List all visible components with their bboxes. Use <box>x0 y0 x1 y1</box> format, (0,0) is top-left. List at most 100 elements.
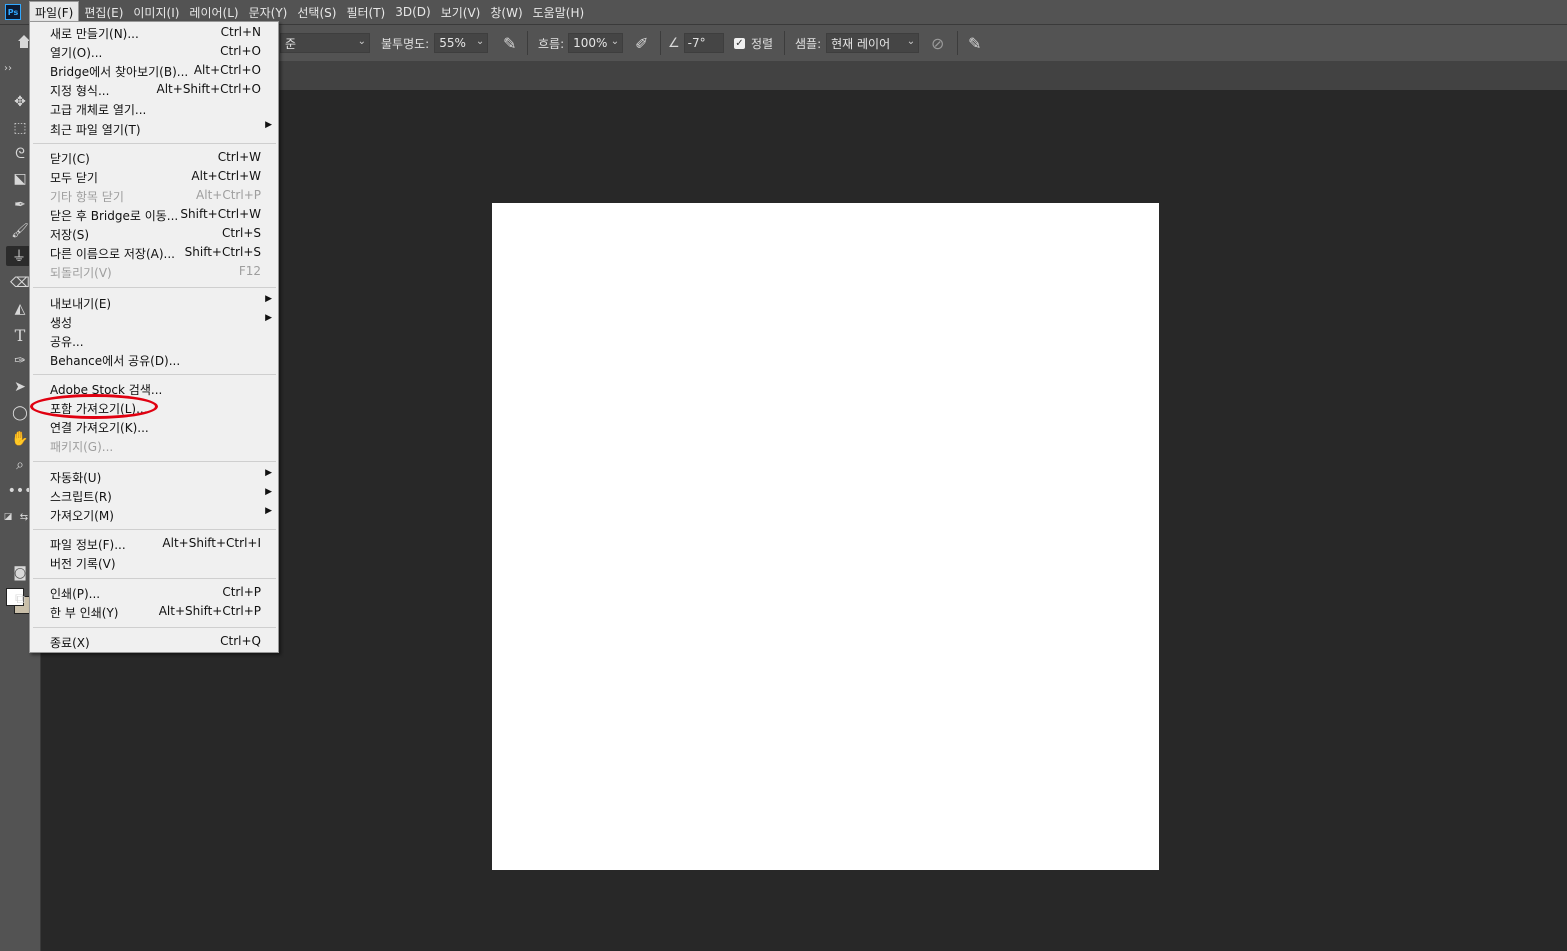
more-tools-icon[interactable]: ••• <box>8 481 33 501</box>
screen-mode-icon[interactable]: ⧉ <box>10 589 30 609</box>
chevron-down-icon: ⌄ <box>475 36 485 47</box>
submenu-arrow-icon: ▶ <box>265 468 272 478</box>
document-canvas[interactable] <box>492 203 1159 870</box>
menu-item-label: 연결 가져오기(K)... <box>50 421 149 435</box>
menu-item-save-as[interactable]: 다른 이름으로 저장(A)... Shift+Ctrl+S <box>30 243 278 262</box>
menu-item-shortcut: F12 <box>238 264 261 278</box>
menu-window[interactable]: 창(W) <box>485 2 527 23</box>
flow-label: 흐름: <box>538 36 565 51</box>
sample-label: 샘플: <box>795 36 822 51</box>
pressure-size-button[interactable]: ✎ <box>968 25 981 61</box>
menu-item-label: 자동화(U) <box>50 471 102 485</box>
sample-dropdown[interactable]: 현재 레이어 ⌄ <box>826 33 920 53</box>
menu-item-generate[interactable]: 생성 ▶ <box>30 312 278 331</box>
opacity-label: 불투명도: <box>381 36 430 51</box>
menu-item-close-go-bridge[interactable]: 닫은 후 Bridge로 이동... Shift+Ctrl+W <box>30 205 278 224</box>
menu-item-open-as[interactable]: 지정 형식... Alt+Shift+Ctrl+O <box>30 80 278 99</box>
gradient-tool-icon[interactable]: ◭ <box>10 299 30 319</box>
menu-item-shortcut: Alt+Ctrl+W <box>191 169 261 183</box>
menu-item-label: 고급 개체로 열기... <box>50 103 147 117</box>
menu-item-label: Bridge에서 찾아보기(B)... <box>50 65 189 79</box>
menu-item-export[interactable]: 내보내기(E) ▶ <box>30 293 278 312</box>
checkbox-checked-icon: ✓ <box>734 37 745 49</box>
lasso-tool-icon[interactable]: ᘓ <box>10 144 30 164</box>
menu-item-open[interactable]: 열기(O)... Ctrl+O <box>30 42 278 61</box>
sample-group: 샘플: 현재 레이어 ⌄ <box>795 25 920 61</box>
menu-layer[interactable]: 레이어(L) <box>184 2 243 23</box>
airbrush-button[interactable]: ✐ <box>635 25 648 61</box>
default-colors-icon[interactable]: ◪ <box>2 507 14 527</box>
menu-item-shortcut: Alt+Ctrl+P <box>196 188 261 202</box>
divider <box>660 31 661 55</box>
menu-item-file-info[interactable]: 파일 정보(F)... Alt+Shift+Ctrl+I <box>30 534 278 553</box>
marquee-tool-icon[interactable]: ⬚ <box>10 118 30 138</box>
menu-item-label: 파일 정보(F)... <box>50 538 126 552</box>
menu-image[interactable]: 이미지(I) <box>128 2 184 23</box>
hand-tool-icon[interactable]: ✋ <box>10 429 30 449</box>
quick-mask-icon[interactable]: ◙ <box>10 563 30 583</box>
menu-type[interactable]: 문자(Y) <box>244 2 293 23</box>
menu-item-scripts[interactable]: 스크립트(R) ▶ <box>30 486 278 505</box>
opacity-field[interactable]: 55% ⌄ <box>434 33 489 53</box>
submenu-arrow-icon: ▶ <box>265 313 272 323</box>
airbrush-icon: ✐ <box>635 33 649 53</box>
menu-item-save[interactable]: 저장(S) Ctrl+S <box>30 224 278 243</box>
submenu-arrow-icon: ▶ <box>265 294 272 304</box>
align-label: 정렬 <box>751 36 774 51</box>
menu-item-close-all[interactable]: 모두 닫기 Alt+Ctrl+W <box>30 167 278 186</box>
expand-panel-icon[interactable]: ›› <box>4 63 12 74</box>
menu-item-print-one-copy[interactable]: 한 부 인쇄(Y) Alt+Shift+Ctrl+P <box>30 602 278 621</box>
menu-item-open-smart-object[interactable]: 고급 개체로 열기... <box>30 99 278 118</box>
menu-item-label: 한 부 인쇄(Y) <box>50 606 119 620</box>
angle-value: -7° <box>687 36 706 50</box>
menu-item-label: Behance에서 공유(D)... <box>50 354 181 368</box>
menu-item-shortcut: Alt+Shift+Ctrl+I <box>162 536 261 550</box>
flow-field[interactable]: 100% ⌄ <box>568 33 624 53</box>
menu-item-shortcut: Shift+Ctrl+W <box>180 207 261 221</box>
pressure-opacity-button[interactable]: ✎ <box>503 25 516 61</box>
menu-item-exit[interactable]: 종료(X) Ctrl+Q <box>30 632 278 651</box>
menu-item-place-linked[interactable]: 연결 가져오기(K)... <box>30 417 278 436</box>
menu-edit[interactable]: 편집(E) <box>79 2 128 23</box>
mode-dropdown[interactable]: 준 ⌄ <box>280 33 370 53</box>
menu-item-print[interactable]: 인쇄(P)... Ctrl+P <box>30 583 278 602</box>
move-tool-icon[interactable]: ✥ <box>10 92 30 112</box>
ellipse-tool-icon[interactable]: ◯ <box>10 403 30 423</box>
opacity-value: 55% <box>439 36 466 50</box>
mode-dropdown-wrap: 준 ⌄ <box>280 25 370 61</box>
path-select-tool-icon[interactable]: ➤ <box>10 377 30 397</box>
eyedropper-tool-icon[interactable]: ✒ <box>10 195 30 215</box>
menu-item-share-behance[interactable]: Behance에서 공유(D)... <box>30 350 278 369</box>
menu-item-shortcut: Alt+Shift+Ctrl+P <box>158 604 261 618</box>
menu-divider <box>33 461 276 462</box>
menu-help[interactable]: 도움말(H) <box>528 2 590 23</box>
menu-item-new[interactable]: 새로 만들기(N)... Ctrl+N <box>30 23 278 42</box>
ignore-adjustment-layers-button[interactable]: ⊘ <box>931 25 944 61</box>
menu-item-import[interactable]: 가져오기(M) ▶ <box>30 505 278 524</box>
menu-item-close[interactable]: 닫기(C) Ctrl+W <box>30 148 278 167</box>
menu-select[interactable]: 선택(S) <box>292 2 341 23</box>
pen-tool-icon[interactable]: ✑ <box>10 351 30 371</box>
align-checkbox[interactable]: ✓ 정렬 <box>734 25 773 61</box>
menu-item-version-history[interactable]: 버전 기록(V) <box>30 553 278 572</box>
menu-filter[interactable]: 필터(T) <box>341 2 390 23</box>
menu-item-share[interactable]: 공유... <box>30 331 278 350</box>
mode-value: 준 <box>285 36 297 51</box>
divider <box>784 31 785 55</box>
menu-3d[interactable]: 3D(D) <box>390 3 435 21</box>
menu-item-revert: 되돌리기(V) F12 <box>30 262 278 281</box>
object-select-tool-icon[interactable]: ⬕ <box>10 169 30 189</box>
eraser-tool-icon[interactable]: ⌫ <box>10 273 30 293</box>
menu-item-automate[interactable]: 자동화(U) ▶ <box>30 467 278 486</box>
angle-field[interactable]: -7° <box>683 33 724 53</box>
menu-item-label: 열기(O)... <box>50 46 103 60</box>
menu-item-label: 공유... <box>50 335 84 349</box>
menu-item-open-recent[interactable]: 최근 파일 열기(T) ▶ <box>30 119 278 138</box>
menu-item-package: 패키지(G)... <box>30 436 278 455</box>
menu-view[interactable]: 보기(V) <box>436 2 486 23</box>
menu-item-label: 인쇄(P)... <box>50 587 101 601</box>
menu-item-browse-bridge[interactable]: Bridge에서 찾아보기(B)... Alt+Ctrl+O <box>30 61 278 80</box>
type-tool-icon[interactable]: T <box>10 325 30 345</box>
brush-tool-icon[interactable]: 🖌 <box>10 221 30 241</box>
zoom-tool-icon[interactable]: ⌕ <box>10 455 30 475</box>
